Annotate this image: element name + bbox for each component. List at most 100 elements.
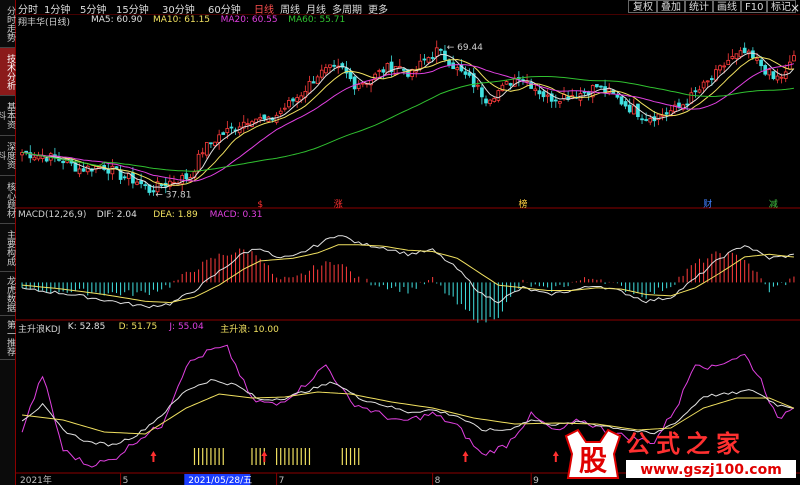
ma20-line (22, 63, 795, 182)
candle-body (356, 84, 361, 89)
candle-body (689, 92, 694, 104)
candle-body (508, 83, 513, 86)
candle-body (480, 87, 484, 98)
legend-kdj-item-3: J: 55.04 (169, 322, 204, 332)
candle-body (352, 76, 357, 90)
candle-body (455, 67, 460, 71)
candle-body (496, 90, 501, 101)
candle-body (722, 65, 726, 68)
candle-body (328, 64, 332, 68)
event-marker-1[interactable]: 涨 (334, 199, 343, 210)
date-label-0: 2021年 (20, 474, 52, 485)
candle-body (709, 78, 714, 81)
candle-body (742, 47, 747, 54)
buy-arrow-icon (261, 451, 268, 462)
logo-url: www.gszj100.com (640, 462, 782, 478)
sidebar-item-3[interactable]: 深度资料 (0, 136, 15, 176)
candle-body (677, 102, 681, 108)
candle-body (184, 173, 189, 180)
sidebar-item-1[interactable]: 技术分析 (0, 48, 15, 96)
candle-body (788, 61, 792, 70)
stock-name: 翔丰华(日线) (18, 18, 71, 28)
candle-body (204, 142, 209, 156)
legend-macd-item-3: MACD: 0.31 (209, 210, 263, 220)
candle-body (287, 100, 291, 108)
stock-chart: ← 69.44 ← 37.81 $ 涨 榜 财 减 2021年 5 2021/05/28/五 7 8 9 (16, 14, 800, 485)
close-icon[interactable]: × (790, 1, 800, 15)
buy-arrow-icon (552, 451, 559, 462)
macd-histogram (21, 248, 795, 323)
sidebar-item-7[interactable]: 第一推荐 (0, 316, 15, 360)
candle-body (315, 76, 320, 85)
candle-body (738, 50, 743, 57)
candle-body (434, 47, 439, 57)
candle-body (627, 104, 632, 113)
candle-body (196, 153, 201, 173)
sidebar-item-5[interactable]: 主要构成 (0, 224, 15, 272)
candle-body (504, 81, 509, 85)
candle-body (278, 110, 283, 114)
dea-line (22, 244, 794, 304)
candle-body (213, 141, 217, 146)
candle-body (705, 80, 710, 83)
candle-body (558, 101, 562, 104)
candle-body (451, 62, 456, 70)
candle-body (553, 99, 558, 102)
candle-body (274, 114, 279, 123)
candle-body (492, 97, 497, 102)
toolbar-button-2[interactable]: 统计 (684, 0, 714, 13)
candle-body (447, 59, 451, 66)
sidebar-item-0[interactable]: 分时走势 (0, 0, 15, 48)
candle-body (377, 70, 382, 73)
candle-body (381, 69, 386, 73)
toolbar-button-3[interactable]: 画线 (712, 0, 742, 13)
candle-body (360, 82, 365, 85)
candle-body (726, 59, 731, 66)
event-marker-0[interactable]: $ (257, 200, 263, 210)
sidebar-item-2[interactable]: 基本资料 (0, 96, 15, 136)
candle-body (545, 94, 550, 97)
event-marker-2[interactable]: 榜 (518, 198, 527, 210)
candle-body (122, 176, 127, 179)
sidebar-item-4[interactable]: 核心题材 (0, 176, 15, 224)
candle-body (771, 71, 776, 80)
candle-body (32, 156, 37, 161)
candle-body (324, 67, 328, 74)
candle-body (61, 160, 65, 164)
legend-kdj-item-0: 主升浪KDJ (18, 325, 61, 335)
candle-body (779, 76, 784, 79)
legend-kdj-item-2: D: 51.75 (118, 322, 158, 332)
candle-body (282, 107, 287, 110)
toolbar-button-4[interactable]: F10 (740, 0, 769, 13)
candle-body (755, 58, 759, 61)
candle-body (262, 114, 267, 120)
event-marker-4[interactable]: 减 (769, 198, 778, 210)
dif-line (21, 235, 794, 309)
date-label-3: 7 (279, 476, 285, 485)
candle-body (422, 58, 427, 61)
left-sidebar: 分时走势 技术分析 基本资料 深度资料 核心题材 主要构成 龙虎数据 第一推荐 (0, 0, 16, 485)
candle-body (767, 69, 772, 76)
toolbar-button-1[interactable]: 叠加 (656, 0, 686, 13)
candle-body (426, 57, 431, 63)
candle-body (217, 134, 221, 143)
candle-body (348, 70, 353, 80)
logo-name: 公式之家 (626, 430, 746, 458)
legend-main-item-2: MA20: 60.55 (220, 15, 278, 25)
toolbar-button-0[interactable]: 复权 (628, 0, 658, 13)
sidebar-item-6[interactable]: 龙虎数据 (0, 272, 15, 316)
date-label-1: 5 (123, 476, 129, 485)
candle-body (36, 155, 41, 160)
candle-body (730, 56, 735, 59)
candle-body (139, 180, 143, 185)
candle-body (225, 128, 230, 134)
event-marker-3[interactable]: 财 (703, 198, 712, 210)
legend-macd-item-0: MACD(12,26,9) (18, 210, 87, 220)
candle-body (311, 81, 316, 84)
candle-body (697, 89, 702, 93)
buy-arrow-icon (150, 451, 157, 462)
candle-body (221, 132, 226, 135)
legend-main-item-3: MA60: 55.71 (288, 15, 346, 25)
candle-body (110, 165, 115, 175)
candle-body (792, 55, 796, 62)
